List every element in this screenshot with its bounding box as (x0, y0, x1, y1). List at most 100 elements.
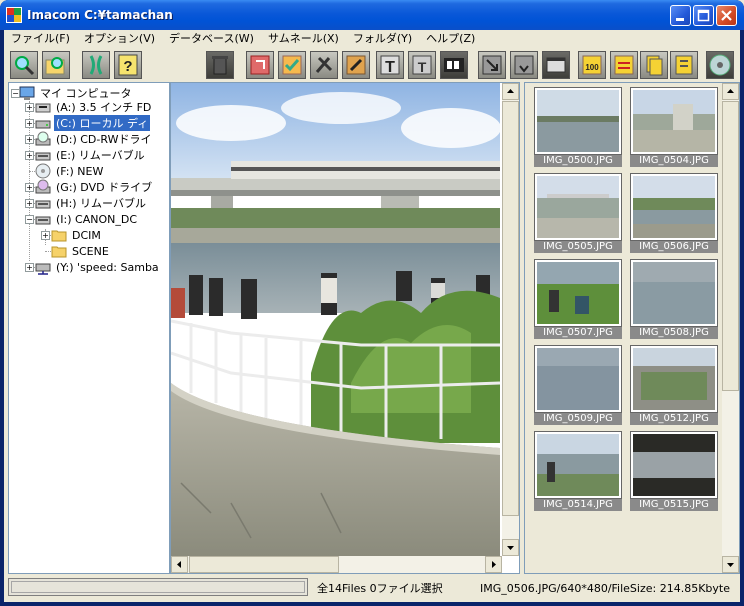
tree-node[interactable]: (E:) リムーバブル (35, 147, 147, 163)
hard-drive-icon (35, 120, 51, 129)
film-button[interactable] (440, 51, 468, 79)
thumbnail[interactable]: IMG_0515.JPG (630, 431, 718, 511)
thumbnail[interactable]: IMG_0514.JPG (534, 431, 622, 511)
preview-vscroll-thumb[interactable] (502, 101, 519, 516)
svg-text:100: 100 (585, 63, 599, 72)
tools-icon (315, 56, 333, 73)
tree-expand[interactable]: + (25, 183, 34, 192)
minimize-button[interactable] (670, 5, 691, 26)
preview-hscroll-thumb[interactable] (189, 556, 339, 573)
tree-node[interactable]: (C:) ローカル ディ (35, 115, 151, 131)
thumbnail-scroll-down[interactable] (722, 556, 739, 573)
search-folder-button[interactable] (42, 51, 70, 79)
tree-node-label: (F:) NEW (56, 164, 104, 178)
resize-icon (482, 55, 502, 75)
rotate-button[interactable] (246, 51, 274, 79)
rotate-icon (250, 55, 270, 75)
thumbnail-vscroll[interactable] (722, 83, 739, 573)
thumbnail[interactable]: IMG_0500.JPG (534, 87, 622, 167)
menu-database[interactable]: データベース(W) (162, 30, 261, 48)
link-button[interactable] (82, 51, 110, 79)
menu-help[interactable]: ヘルプ(Z) (419, 30, 482, 48)
disc-icon (709, 54, 731, 76)
thumbnail-panel[interactable]: IMG_0500.JPG IMG_0504.JPG IMG_0505.JPG IMG_… (524, 82, 740, 574)
thumbnail[interactable]: IMG_0504.JPG (630, 87, 718, 167)
thumbnail[interactable]: IMG_0512.JPG (630, 345, 718, 425)
thumbnail[interactable]: IMG_0507.JPG (534, 259, 622, 339)
tree-node[interactable]: DCIM (51, 227, 103, 243)
tree-node[interactable]: (G:) DVD ドライブ (35, 179, 154, 195)
minimize-icon (676, 18, 684, 21)
window-button[interactable] (542, 51, 570, 79)
tree-expand[interactable]: + (25, 119, 34, 128)
tree-expand[interactable]: + (25, 135, 34, 144)
preview-scroll-up[interactable] (502, 83, 519, 100)
search-button[interactable] (10, 51, 38, 79)
tree-node[interactable]: (F:) NEW (35, 163, 105, 179)
tree-collapse[interactable]: − (25, 215, 34, 224)
thumbnail-image (534, 431, 622, 499)
check-button[interactable] (278, 51, 306, 79)
resize-down-icon (514, 55, 534, 75)
preview-vscroll[interactable] (502, 83, 519, 556)
copy-icon (646, 55, 663, 76)
tree-expand[interactable]: + (41, 231, 50, 240)
tree-expand[interactable]: + (25, 263, 34, 272)
text-rotate-button[interactable]: T (408, 51, 436, 79)
tag-button[interactable] (670, 51, 698, 79)
resize-down-button[interactable] (510, 51, 538, 79)
thumbnail[interactable]: IMG_0509.JPG (534, 345, 622, 425)
image-preview[interactable] (170, 82, 520, 574)
thumbnail-image (630, 345, 718, 413)
arrow-down-icon (727, 563, 734, 567)
copy-button[interactable] (640, 51, 668, 79)
folder-icon (51, 230, 67, 242)
stamp-100-button[interactable]: 100 (578, 51, 606, 79)
preview-scroll-left[interactable] (171, 556, 188, 573)
thumbnail[interactable]: IMG_0506.JPG (630, 173, 718, 253)
thumbnail[interactable]: IMG_0505.JPG (534, 173, 622, 253)
title-bar[interactable]: Imacom C:¥tamachan (0, 0, 744, 30)
thumbnail-scroll-up[interactable] (722, 83, 739, 100)
thumbnail[interactable]: IMG_0508.JPG (630, 259, 718, 339)
thumbnail-image (630, 87, 718, 155)
menu-file[interactable]: ファイル(F) (4, 30, 77, 48)
tree-node[interactable]: SCENE (51, 243, 111, 259)
tree-node[interactable]: (I:) CANON_DC (35, 211, 139, 227)
edit-button[interactable] (342, 51, 370, 79)
folder-tree[interactable]: マイ コンピュータ − (A:) 3.5 インチ FD + (C:) ローカル ディ +(… (8, 82, 170, 574)
app-icon[interactable] (6, 7, 22, 23)
tree-expand[interactable]: + (25, 151, 34, 160)
menu-folder[interactable]: フォルダ(Y) (346, 30, 419, 48)
help-icon: ? (118, 54, 138, 76)
tree-node-label: (Y:) 'speed: Samba (56, 260, 159, 274)
preview-scroll-right[interactable] (485, 556, 502, 573)
tree-node-label: (H:) リムーバブル (56, 197, 146, 210)
preview-scroll-down[interactable] (502, 539, 519, 556)
tree-node-label: (C:) ローカル ディ (54, 115, 151, 131)
tree-node[interactable]: (A:) 3.5 インチ FD (35, 99, 153, 115)
resize-button[interactable] (478, 51, 506, 79)
tree-collapse-root[interactable]: − (11, 89, 20, 98)
menu-thumbnail[interactable]: サムネール(X) (261, 30, 346, 48)
tree-node[interactable]: (D:) CD-RWドライ (35, 131, 153, 147)
tree-node[interactable]: (H:) リムーバブル (35, 195, 148, 211)
preview-hscroll[interactable] (171, 556, 502, 573)
thumbnail-caption: IMG_0512.JPG (630, 413, 718, 425)
dvd-drive-icon (35, 179, 51, 194)
tree-node[interactable]: (Y:) 'speed: Samba (35, 259, 161, 275)
close-icon (721, 10, 732, 21)
swap-button[interactable] (610, 51, 638, 79)
folder-icon (51, 246, 67, 258)
tree-expand[interactable]: + (25, 199, 34, 208)
text-button[interactable]: T (376, 51, 404, 79)
thumbnail-vscroll-thumb[interactable] (722, 101, 739, 391)
close-button[interactable] (716, 5, 737, 26)
help-button[interactable]: ? (114, 51, 142, 79)
maximize-button[interactable] (693, 5, 714, 26)
tools-button[interactable] (310, 51, 338, 79)
disc-button[interactable] (706, 51, 734, 79)
trash-button[interactable] (206, 51, 234, 79)
tree-expand[interactable]: + (25, 103, 34, 112)
menu-options[interactable]: オプション(V) (77, 30, 162, 48)
